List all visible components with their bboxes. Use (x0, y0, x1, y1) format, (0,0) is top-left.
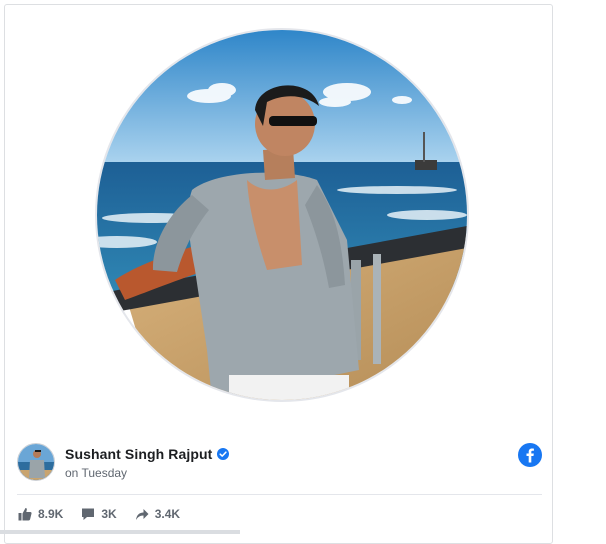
profile-photo[interactable] (95, 28, 469, 402)
author-name-row: Sushant Singh Rajput (65, 446, 230, 462)
comment-icon (82, 508, 95, 520)
engagement-stats: 8.9K 3K 3.4K (18, 507, 198, 521)
author-text: Sushant Singh Rajput on Tuesday (65, 443, 230, 480)
facebook-icon[interactable] (518, 443, 542, 467)
avatar[interactable] (17, 443, 55, 481)
thumbs-up-icon (18, 508, 32, 521)
post-timestamp[interactable]: on Tuesday (65, 466, 229, 480)
share-arrow-icon (135, 509, 149, 520)
comments-count: 3K (101, 507, 117, 521)
profile-photo-image (97, 30, 467, 400)
horizontal-scrollbar[interactable] (0, 530, 240, 534)
post-author: Sushant Singh Rajput on Tuesday (17, 443, 230, 481)
avatar-image (18, 444, 54, 480)
author-name[interactable]: Sushant Singh Rajput (65, 446, 212, 462)
comments-stat[interactable]: 3K (81, 507, 117, 521)
shares-count: 3.4K (154, 507, 181, 521)
verified-badge-icon (217, 448, 230, 460)
likes-count: 8.9K (38, 507, 64, 521)
shares-stat[interactable]: 3.4K (135, 507, 180, 521)
embedded-post-card: Sushant Singh Rajput on Tuesday 8.9K 3K … (4, 4, 553, 544)
likes-stat[interactable]: 8.9K (18, 507, 63, 521)
divider (17, 494, 542, 495)
